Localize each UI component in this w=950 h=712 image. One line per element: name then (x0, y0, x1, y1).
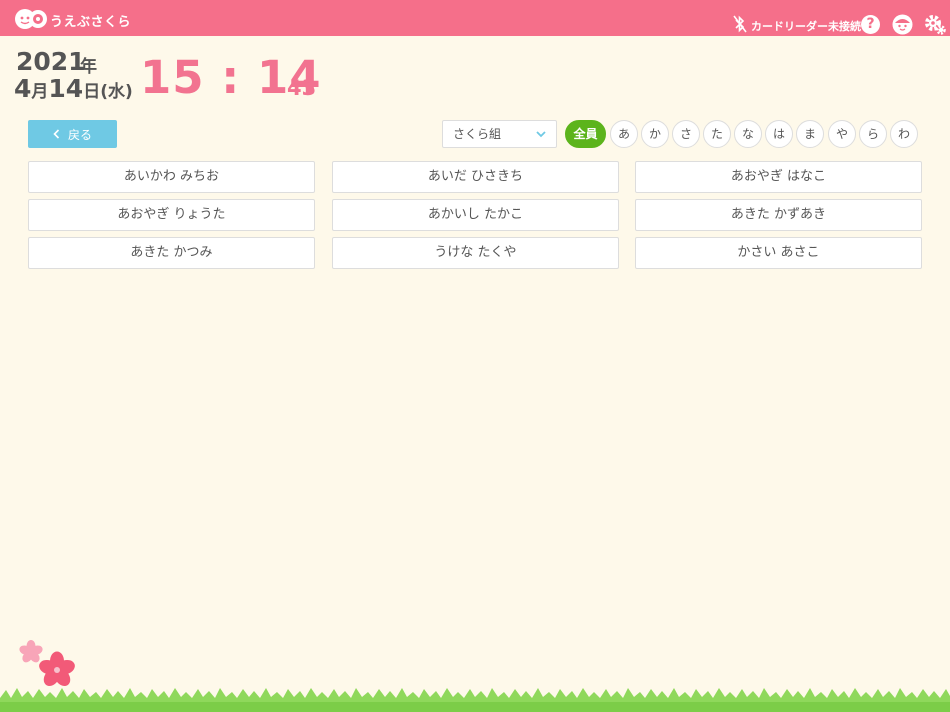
kana-filter-ka[interactable]: か (641, 120, 669, 148)
kana-filter-sa[interactable]: さ (672, 120, 700, 148)
chevron-down-icon (536, 131, 546, 138)
user-icon[interactable] (892, 14, 913, 35)
back-button[interactable]: 戻る (28, 120, 117, 148)
date-month-day: 4月14日(水) (14, 74, 133, 103)
date-month: 4 (14, 74, 32, 103)
chevron-left-icon (53, 129, 60, 139)
kana-filter-ta[interactable]: た (703, 120, 731, 148)
kana-filter-ra[interactable]: ら (859, 120, 887, 148)
kana-filter-a[interactable]: あ (610, 120, 638, 148)
kana-filter-na[interactable]: な (734, 120, 762, 148)
card-reader-status: カードリーダー未接続 (751, 20, 861, 33)
child-name-button[interactable]: うけな たくや (332, 237, 619, 269)
gear-icon[interactable] (924, 13, 946, 35)
date-month-unit: 月 (31, 82, 49, 102)
grass-decoration (0, 688, 950, 712)
date-day-unit: 日 (83, 82, 101, 102)
bluetooth-off-icon (733, 15, 747, 33)
back-button-label: 戻る (67, 127, 92, 142)
child-name-button[interactable]: あいだ ひさきち (332, 161, 619, 193)
date-day: 14 (48, 74, 84, 103)
sakura-flower-icon (39, 651, 75, 686)
child-name-button[interactable]: あきた かずあき (635, 199, 922, 231)
app-name: うえぶさくら (50, 15, 132, 30)
kana-filter-all[interactable]: 全員 (565, 120, 606, 148)
top-bar: うえぶさくら カードリーダー未接続 ? (0, 0, 950, 36)
kana-filter-ma[interactable]: ま (796, 120, 824, 148)
child-name-button[interactable]: あかいし たかこ (332, 199, 619, 231)
logo-icon (15, 9, 47, 29)
date-weekday: (水) (100, 82, 133, 102)
kana-filter-wa[interactable]: わ (890, 120, 918, 148)
child-name-button[interactable]: あおやぎ りょうた (28, 199, 315, 231)
class-select-value: さくら組 (453, 127, 502, 141)
date-year: 2021 (16, 47, 86, 76)
kana-filter-ya[interactable]: や (828, 120, 856, 148)
child-name-button[interactable]: かさい あさこ (635, 237, 922, 269)
kana-filter-ha[interactable]: は (765, 120, 793, 148)
help-icon[interactable]: ? (861, 15, 880, 34)
child-name-button[interactable]: あおやぎ はなこ (635, 161, 922, 193)
child-name-button[interactable]: あきた かつみ (28, 237, 315, 269)
child-name-button[interactable]: あいかわ みちお (28, 161, 315, 193)
class-select[interactable]: さくら組 (442, 120, 557, 148)
clock-seconds: 43 (287, 76, 317, 100)
